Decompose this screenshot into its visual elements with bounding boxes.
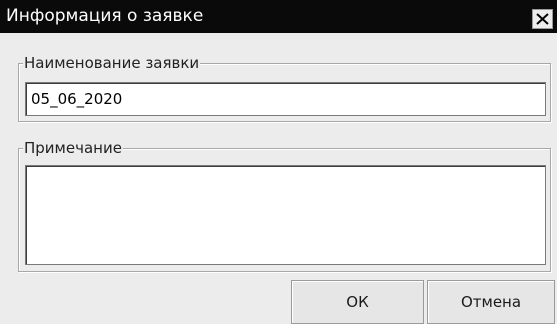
ok-button[interactable]: ОК [291, 280, 424, 324]
close-icon [536, 13, 549, 25]
request-name-input[interactable]: 05_06_2020 [25, 82, 546, 116]
request-info-dialog: Информация о заявке Наименование заявки … [0, 0, 557, 324]
dialog-title: Информация о заявке [6, 6, 204, 26]
note-textarea[interactable] [25, 165, 546, 265]
close-button[interactable] [532, 9, 553, 29]
title-bar[interactable]: Информация о заявке [0, 0, 557, 33]
note-label: Примечание [23, 139, 123, 157]
request-name-label: Наименование заявки [23, 54, 201, 72]
cancel-button[interactable]: Отмена [427, 280, 555, 324]
